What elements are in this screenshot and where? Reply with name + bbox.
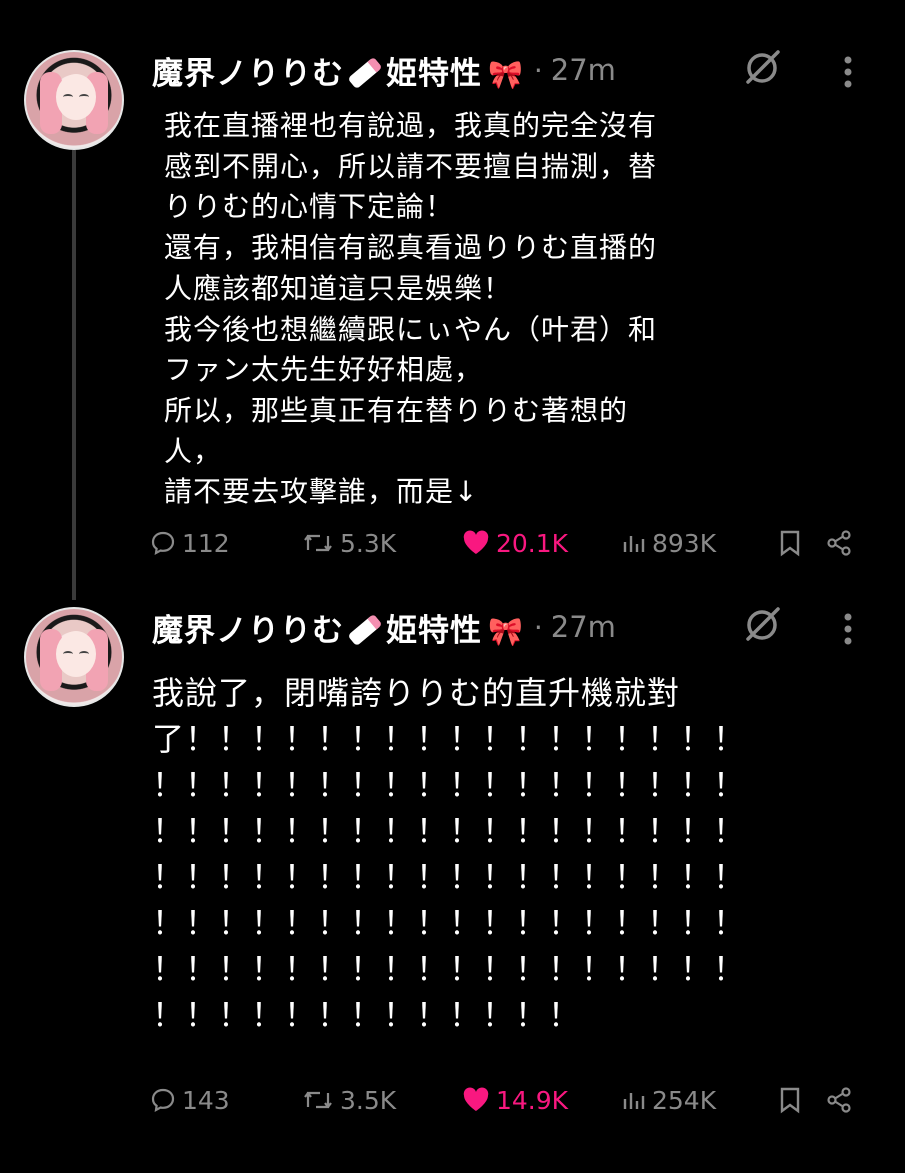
ribbon-bow-icon: 🎀 — [488, 614, 524, 648]
share-icon — [827, 530, 851, 556]
separator-dot: · — [533, 610, 543, 644]
heart-icon — [463, 530, 489, 554]
share-icon — [827, 1087, 851, 1113]
author-name[interactable]: 魔界ノりりむ 姫特性 🎀 — [152, 605, 524, 650]
views-count: 254K — [652, 1085, 717, 1115]
thread-connector-line — [72, 150, 76, 600]
share-button[interactable] — [826, 1080, 860, 1120]
repost-arrows-icon — [304, 534, 332, 552]
post-time[interactable]: 27m — [551, 53, 616, 87]
baby-bottle-icon — [347, 56, 383, 89]
baby-bottle-icon — [347, 613, 383, 646]
action-bar: 143 3.5K 14.9K 254K — [150, 1080, 870, 1120]
separator-dot: · — [533, 53, 543, 87]
views-button[interactable]: 893K — [622, 523, 716, 563]
repost-count: 5.3K — [340, 528, 397, 558]
views-button[interactable]: 254K — [622, 1080, 716, 1120]
bookmark-button[interactable] — [778, 1080, 808, 1120]
repost-arrows-icon — [304, 1091, 332, 1109]
slash-circle-icon[interactable] — [742, 48, 782, 88]
like-button[interactable]: 14.9K — [462, 1080, 568, 1120]
bookmark-icon — [780, 1087, 800, 1114]
bar-chart-icon — [623, 536, 645, 552]
bar-chart-icon — [623, 1093, 645, 1109]
author-avatar[interactable] — [24, 607, 124, 707]
post-header: 魔界ノりりむ 姫特性 🎀 · 27m — [152, 48, 616, 93]
vertical-dots-icon[interactable] — [840, 609, 856, 649]
post-text: 我在直播裡也有說過，我真的完全沒有 感到不開心，所以請不要擅自揣測，替 りりむ的… — [164, 109, 658, 509]
post-header: 魔界ノりりむ 姫特性 🎀 · 27m — [152, 605, 616, 650]
reply-count: 112 — [182, 528, 230, 558]
like-count: 14.9K — [496, 1085, 569, 1115]
reply-count: 143 — [182, 1085, 230, 1115]
post-text: 我說了，閉嘴誇りりむ的直升機就對 了！！！！！！！！！！！！！！！！！ ！！！！… — [152, 674, 747, 1034]
vertical-dots-icon[interactable] — [840, 52, 856, 92]
author-avatar[interactable] — [24, 50, 124, 150]
views-count: 893K — [652, 528, 717, 558]
like-count: 20.1K — [496, 528, 569, 558]
repost-button[interactable]: 3.5K — [302, 1080, 396, 1120]
action-bar: 112 5.3K 20.1K 893K — [150, 523, 870, 563]
speech-bubble-icon — [151, 1088, 175, 1113]
repost-button[interactable]: 5.3K — [302, 523, 396, 563]
post-time[interactable]: 27m — [551, 610, 616, 644]
like-button[interactable]: 20.1K — [462, 523, 568, 563]
repost-count: 3.5K — [340, 1085, 397, 1115]
reply-button[interactable]: 143 — [150, 1080, 230, 1120]
speech-bubble-icon — [151, 531, 175, 556]
bookmark-button[interactable] — [778, 523, 808, 563]
author-name[interactable]: 魔界ノりりむ 姫特性 🎀 — [152, 48, 524, 93]
slash-circle-icon[interactable] — [742, 605, 782, 645]
heart-icon — [463, 1087, 489, 1111]
reply-button[interactable]: 112 — [150, 523, 230, 563]
ribbon-bow-icon: 🎀 — [488, 57, 524, 91]
bookmark-icon — [780, 530, 800, 557]
share-button[interactable] — [826, 523, 860, 563]
